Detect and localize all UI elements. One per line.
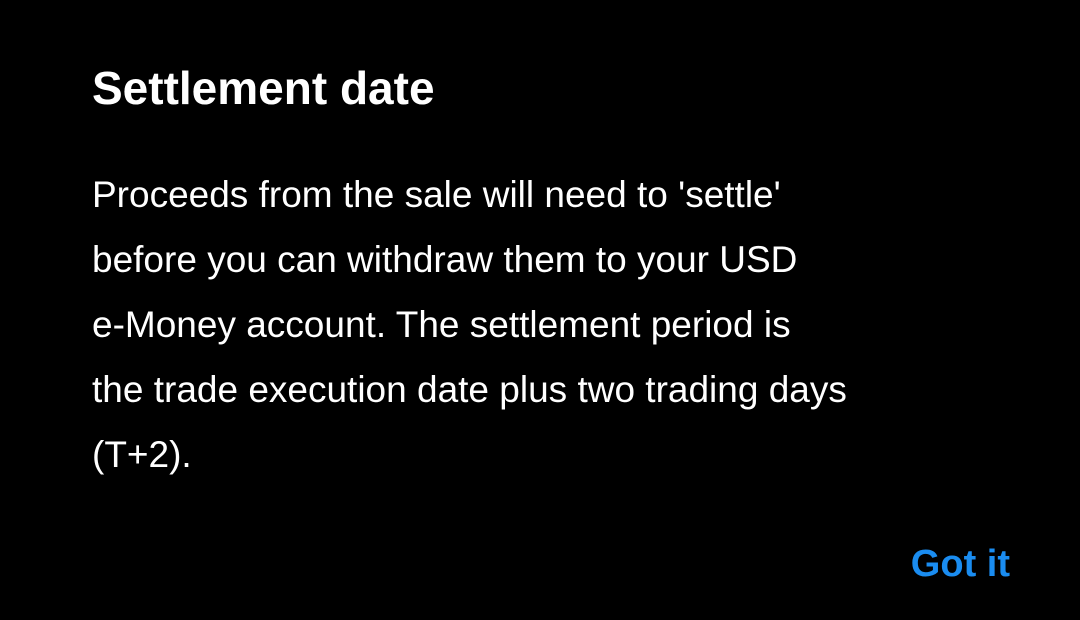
dialog-message-line: before you can withdraw them to your USD	[92, 239, 798, 280]
dialog-message-line: e-Money account. The settlement period i…	[92, 304, 791, 345]
dialog-message-line: the trade execution date plus two tradin…	[92, 369, 847, 410]
dialog-message: Proceeds from the sale will need to 'set…	[92, 162, 992, 487]
settlement-info-dialog: Settlement date Proceeds from the sale w…	[0, 0, 1080, 620]
got-it-button[interactable]: Got it	[911, 536, 1010, 592]
dialog-title: Settlement date	[92, 62, 435, 114]
dialog-message-line: Proceeds from the sale will need to 'set…	[92, 174, 781, 215]
dialog-message-line: (T+2).	[92, 434, 192, 475]
